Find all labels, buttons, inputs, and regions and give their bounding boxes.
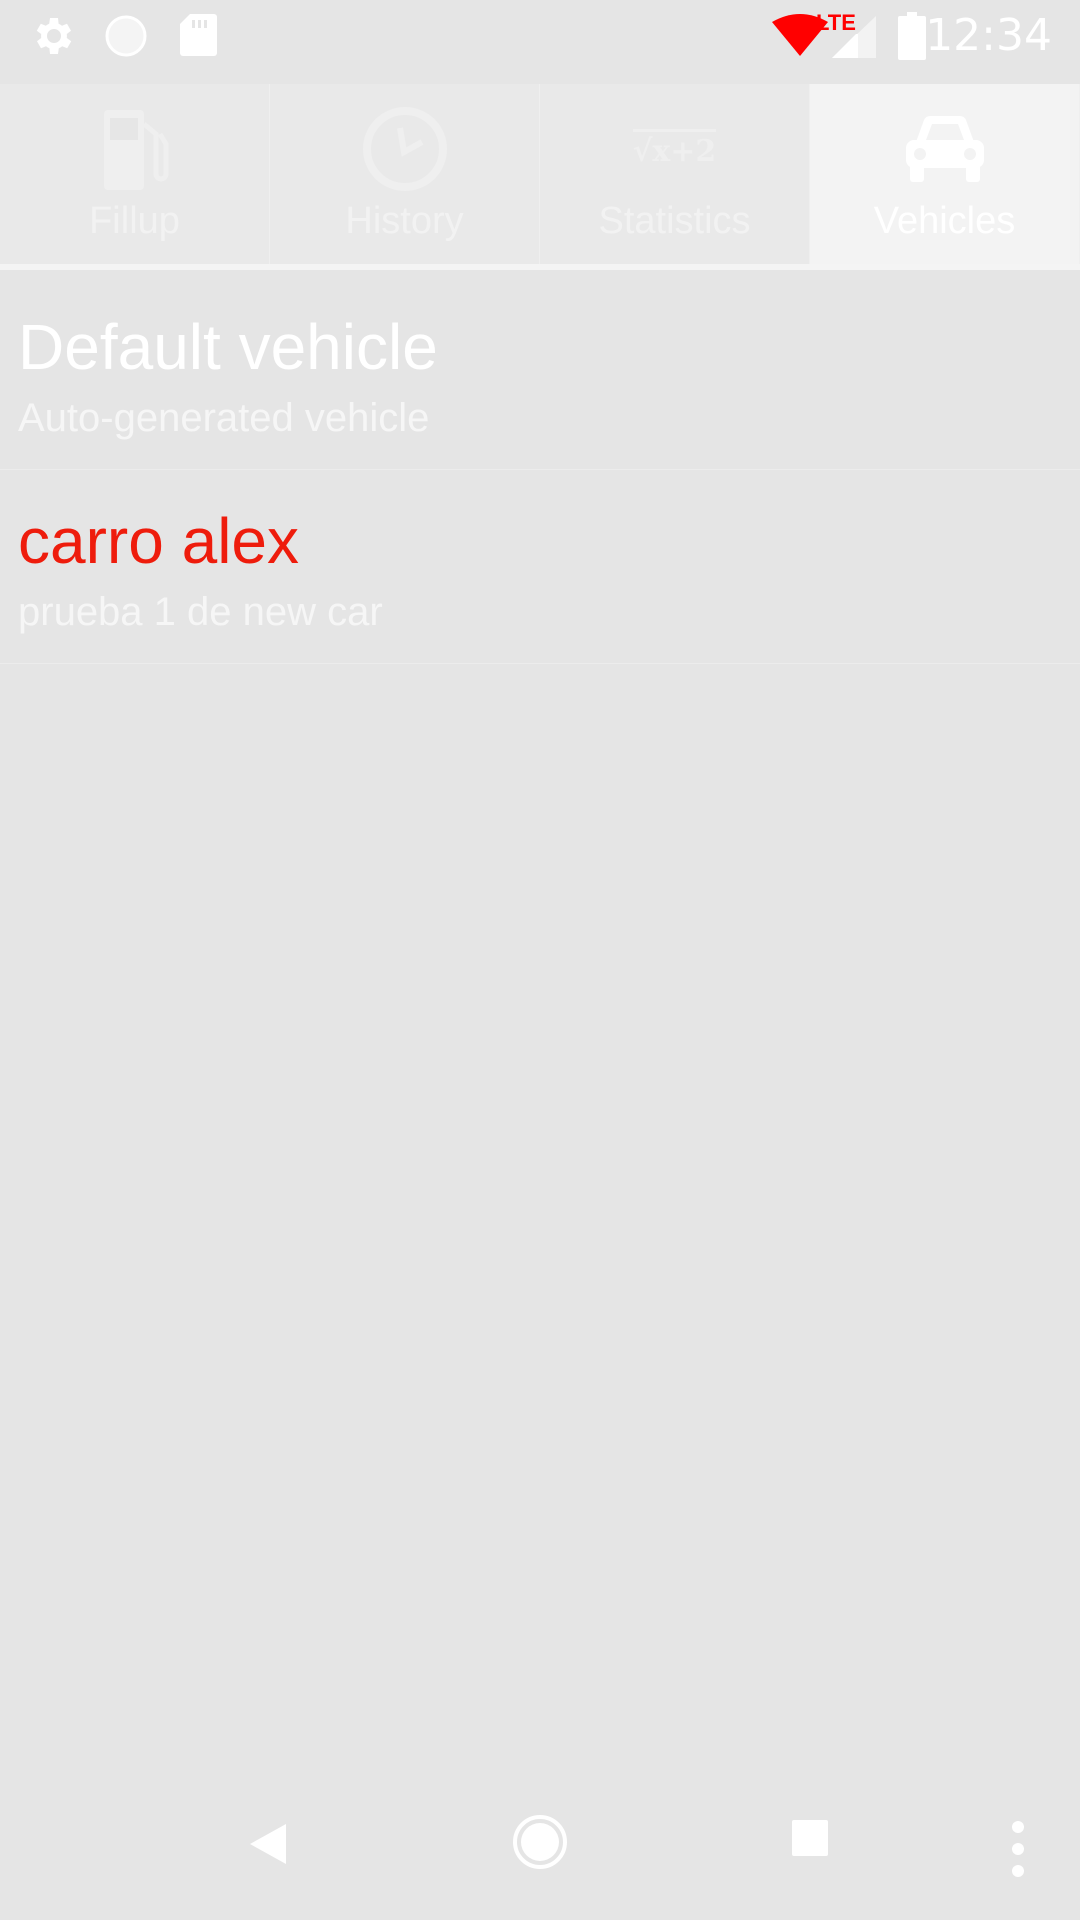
overflow-menu-icon[interactable]	[1010, 1820, 1026, 1882]
sqrt-icon: √x+2	[620, 104, 730, 194]
home-icon[interactable]	[512, 1814, 568, 1874]
tab-bar: Fillup History √x+2 Statistics Vehicles	[0, 84, 1080, 270]
tab-statistics[interactable]: √x+2 Statistics	[540, 84, 810, 264]
fuel-pump-icon	[80, 104, 190, 194]
vehicle-description: Auto-generated vehicle	[18, 396, 430, 440]
navigation-bar	[0, 1780, 1080, 1920]
tab-fillup[interactable]: Fillup	[0, 84, 270, 264]
status-time: 12:34	[925, 10, 1052, 61]
vehicle-name: Default vehicle	[18, 311, 438, 383]
vehicle-description: prueba 1 de new car	[18, 590, 383, 634]
settings-icon	[30, 12, 78, 64]
car-icon	[890, 104, 1000, 194]
vehicle-name: carro alex	[18, 505, 299, 577]
back-icon[interactable]	[248, 1822, 288, 1870]
circle-icon	[102, 12, 150, 64]
list-item[interactable]: carro alex prueba 1 de new car	[0, 470, 1080, 664]
recents-icon[interactable]	[790, 1818, 830, 1862]
clock-icon	[350, 104, 460, 194]
sd-card-icon	[178, 12, 218, 62]
sqrt-icon-text: √x+2	[632, 129, 717, 169]
tab-label: History	[345, 200, 464, 242]
tab-label: Fillup	[89, 200, 180, 242]
tab-history[interactable]: History	[270, 84, 540, 264]
status-bar: LTE 12:34	[0, 0, 1080, 84]
battery-icon	[898, 12, 926, 64]
vehicle-list: Default vehicle Auto-generated vehicle c…	[0, 276, 1080, 664]
tab-label: Vehicles	[873, 200, 1016, 242]
list-item[interactable]: Default vehicle Auto-generated vehicle	[0, 276, 1080, 470]
tab-label: Statistics	[598, 200, 751, 242]
signal-icon	[832, 16, 876, 62]
tab-vehicles[interactable]: Vehicles	[810, 84, 1080, 264]
